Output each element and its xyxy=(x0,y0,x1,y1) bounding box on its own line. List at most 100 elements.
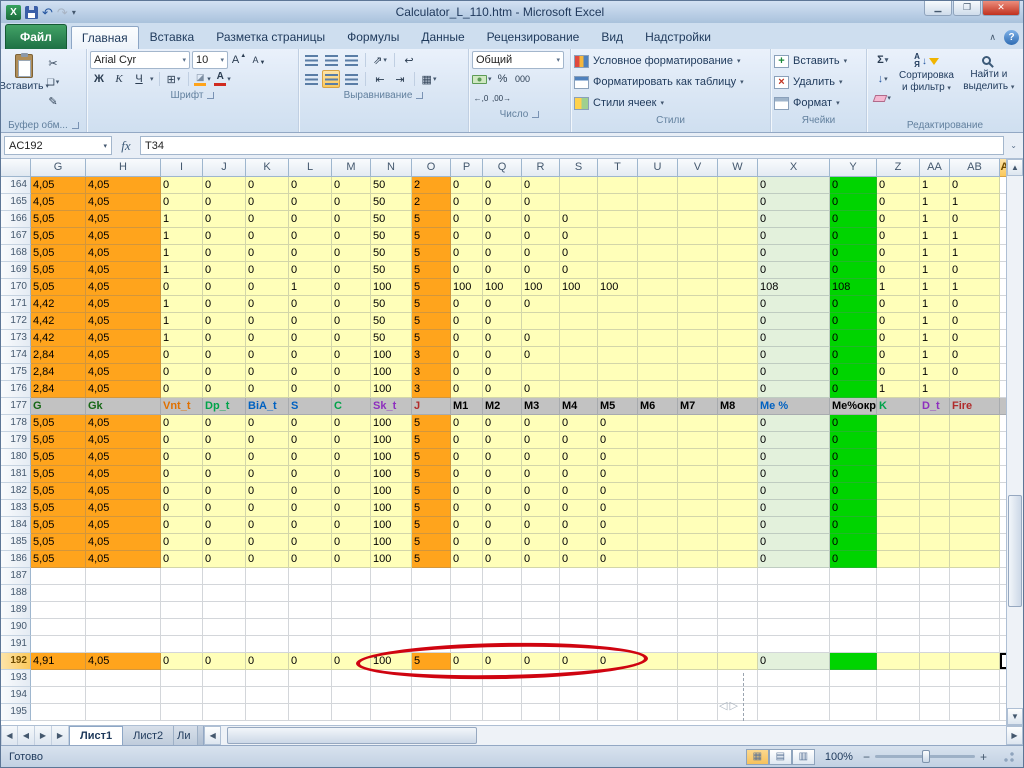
cell-R181[interactable]: 0 xyxy=(522,466,560,483)
zoom-level[interactable]: 100% xyxy=(825,751,853,763)
cell-N185[interactable]: 100 xyxy=(371,534,412,551)
cell-M179[interactable]: 0 xyxy=(332,432,371,449)
cell-U190[interactable] xyxy=(638,619,678,636)
cell-G181[interactable]: 5,05 xyxy=(31,466,86,483)
cell-M186[interactable]: 0 xyxy=(332,551,371,568)
cell-J182[interactable]: 0 xyxy=(203,483,246,500)
cell-Q181[interactable]: 0 xyxy=(483,466,522,483)
row-header-190[interactable]: 190 xyxy=(1,619,31,636)
cell-L195[interactable] xyxy=(289,704,332,721)
cell-T173[interactable] xyxy=(598,330,638,347)
cell-AA168[interactable]: 1 xyxy=(920,245,950,262)
zoom-thumb[interactable] xyxy=(921,750,930,763)
name-box-dropdown-icon[interactable]: ▾ xyxy=(103,142,107,150)
cell-AA186[interactable] xyxy=(920,551,950,568)
bold-button[interactable]: Ж xyxy=(90,70,108,88)
next-sheet-button[interactable]: ▶ xyxy=(35,726,52,745)
cell-X164[interactable]: 0 xyxy=(758,177,830,194)
cell-Y191[interactable] xyxy=(830,636,877,653)
cell-W176[interactable] xyxy=(718,381,758,398)
cell-AC182[interactable] xyxy=(1000,483,1006,500)
cell-H177[interactable]: Gk xyxy=(86,398,161,415)
cell-W190[interactable] xyxy=(718,619,758,636)
cell-M174[interactable]: 0 xyxy=(332,347,371,364)
row-header-164[interactable]: 164 xyxy=(1,177,31,194)
cell-O168[interactable]: 5 xyxy=(412,245,451,262)
cell-I189[interactable] xyxy=(161,602,203,619)
cell-O169[interactable]: 5 xyxy=(412,262,451,279)
cell-J176[interactable]: 0 xyxy=(203,381,246,398)
cell-U168[interactable] xyxy=(638,245,678,262)
cell-P170[interactable]: 100 xyxy=(451,279,483,296)
cell-AB182[interactable] xyxy=(950,483,1000,500)
align-left-button[interactable] xyxy=(302,70,320,88)
cell-P181[interactable]: 0 xyxy=(451,466,483,483)
cell-O194[interactable] xyxy=(412,687,451,704)
cell-X177[interactable]: Me % xyxy=(758,398,830,415)
cell-N169[interactable]: 50 xyxy=(371,262,412,279)
cell-Z176[interactable]: 1 xyxy=(877,381,920,398)
cell-K186[interactable]: 0 xyxy=(246,551,289,568)
cell-J174[interactable]: 0 xyxy=(203,347,246,364)
cell-V166[interactable] xyxy=(678,211,718,228)
cell-L183[interactable]: 0 xyxy=(289,500,332,517)
cell-AB194[interactable] xyxy=(950,687,1000,704)
cell-Z164[interactable]: 0 xyxy=(877,177,920,194)
cell-X171[interactable]: 0 xyxy=(758,296,830,313)
cell-N194[interactable] xyxy=(371,687,412,704)
cell-X169[interactable]: 0 xyxy=(758,262,830,279)
column-header-I[interactable]: I xyxy=(161,159,203,177)
row-header-182[interactable]: 182 xyxy=(1,483,31,500)
cell-J184[interactable]: 0 xyxy=(203,517,246,534)
cell-T165[interactable] xyxy=(598,194,638,211)
cell-AC164[interactable] xyxy=(1000,177,1006,194)
cell-R192[interactable]: 0 xyxy=(522,653,560,670)
cell-J173[interactable]: 0 xyxy=(203,330,246,347)
delete-cells-button[interactable]: × Удалить ▾ xyxy=(774,72,863,92)
cell-L184[interactable]: 0 xyxy=(289,517,332,534)
cell-AC190[interactable] xyxy=(1000,619,1006,636)
cell-I165[interactable]: 0 xyxy=(161,194,203,211)
cell-AA178[interactable] xyxy=(920,415,950,432)
cell-W179[interactable] xyxy=(718,432,758,449)
cell-N179[interactable]: 100 xyxy=(371,432,412,449)
cell-N189[interactable] xyxy=(371,602,412,619)
cell-S172[interactable] xyxy=(560,313,598,330)
cell-L186[interactable]: 0 xyxy=(289,551,332,568)
cell-X170[interactable]: 108 xyxy=(758,279,830,296)
cell-Q186[interactable]: 0 xyxy=(483,551,522,568)
cell-W170[interactable] xyxy=(718,279,758,296)
cell-R174[interactable]: 0 xyxy=(522,347,560,364)
cell-R186[interactable]: 0 xyxy=(522,551,560,568)
cell-AA193[interactable] xyxy=(920,670,950,687)
column-header-AB[interactable]: AB xyxy=(950,159,1000,177)
row-header-188[interactable]: 188 xyxy=(1,585,31,602)
page-layout-view-button[interactable]: ▤ xyxy=(768,748,792,765)
cell-P174[interactable]: 0 xyxy=(451,347,483,364)
cell-Y175[interactable]: 0 xyxy=(830,364,877,381)
row-header-189[interactable]: 189 xyxy=(1,602,31,619)
cell-X173[interactable]: 0 xyxy=(758,330,830,347)
cell-L168[interactable]: 0 xyxy=(289,245,332,262)
column-header-J[interactable]: J xyxy=(203,159,246,177)
cell-P183[interactable]: 0 xyxy=(451,500,483,517)
cell-J183[interactable]: 0 xyxy=(203,500,246,517)
percent-style-button[interactable]: % xyxy=(494,70,512,88)
cell-K170[interactable]: 0 xyxy=(246,279,289,296)
normal-view-button[interactable]: ▦ xyxy=(745,748,769,765)
cell-X186[interactable]: 0 xyxy=(758,551,830,568)
cell-K174[interactable]: 0 xyxy=(246,347,289,364)
cell-U191[interactable] xyxy=(638,636,678,653)
cell-K180[interactable]: 0 xyxy=(246,449,289,466)
cell-Z171[interactable]: 0 xyxy=(877,296,920,313)
cell-W186[interactable] xyxy=(718,551,758,568)
cell-T185[interactable]: 0 xyxy=(598,534,638,551)
cell-Z191[interactable] xyxy=(877,636,920,653)
cell-G184[interactable]: 5,05 xyxy=(31,517,86,534)
cell-K172[interactable]: 0 xyxy=(246,313,289,330)
cell-R175[interactable] xyxy=(522,364,560,381)
cell-J177[interactable]: Dp_t xyxy=(203,398,246,415)
redo-icon[interactable]: ↷ xyxy=(57,6,68,19)
sheet-tab-list3[interactable]: Ли xyxy=(174,726,199,745)
cell-AB165[interactable]: 1 xyxy=(950,194,1000,211)
